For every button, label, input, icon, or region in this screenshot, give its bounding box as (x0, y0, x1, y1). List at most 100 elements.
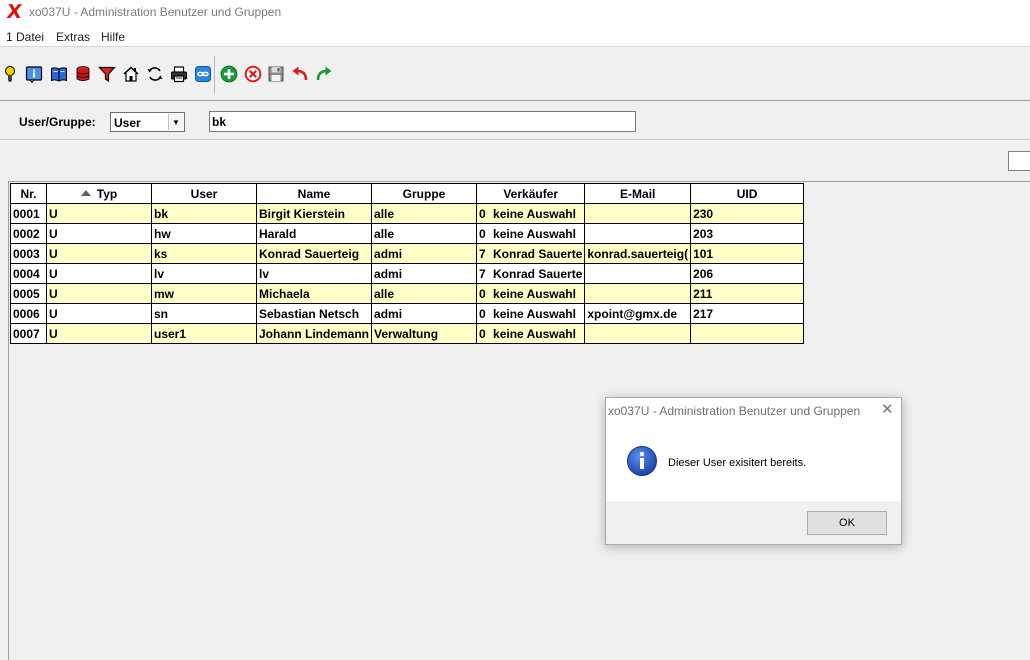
col-header-email[interactable]: E-Mail (584, 183, 692, 204)
cell-typ[interactable]: U (46, 203, 152, 224)
cell-typ[interactable]: U (46, 303, 152, 324)
cell-gruppe[interactable]: admi (371, 303, 478, 324)
col-header-nr[interactable]: Nr. (10, 183, 47, 204)
cell-verkaeufer[interactable]: 0 keine Auswahl (476, 223, 586, 244)
table-row[interactable]: 0001 U bk Birgit Kierstein alle 0 keine A… (10, 203, 805, 224)
filter-icon[interactable] (97, 64, 117, 84)
cell-name[interactable]: Harald (255, 223, 373, 244)
cell-user[interactable]: hw (151, 223, 257, 244)
user-table: Nr. Typ User Name Gruppe Verkäufer E-Mai… (10, 183, 805, 344)
cell-nr[interactable]: 0007 (10, 323, 47, 344)
table-header-row: Nr. Typ User Name Gruppe Verkäufer E-Mai… (10, 183, 805, 204)
cell-name[interactable]: Johann Lindemann (255, 323, 373, 344)
menu-extras[interactable]: Extras (56, 30, 90, 44)
lightbulb-icon[interactable] (0, 64, 20, 84)
cell-uid[interactable] (690, 323, 805, 344)
cell-email[interactable] (584, 283, 692, 304)
cell-name[interactable]: Michaela (255, 283, 373, 304)
cell-typ[interactable]: U (46, 323, 152, 344)
cell-name[interactable]: Birgit Kierstein (255, 203, 373, 224)
col-header-gruppe[interactable]: Gruppe (371, 183, 478, 204)
link-icon[interactable] (193, 64, 213, 84)
redo-icon[interactable] (314, 64, 334, 84)
col-header-name[interactable]: Name (255, 183, 373, 204)
cell-typ[interactable]: U (46, 263, 152, 284)
cell-typ[interactable]: U (46, 243, 152, 264)
cell-gruppe[interactable]: admi (371, 263, 478, 284)
cell-user[interactable]: sn (151, 303, 257, 324)
cell-uid[interactable]: 217 (690, 303, 805, 324)
delete-icon[interactable] (243, 64, 263, 84)
cell-verkaeufer[interactable]: 0 keine Auswahl (476, 323, 586, 344)
undo-icon[interactable] (290, 64, 310, 84)
cell-uid[interactable]: 211 (690, 283, 805, 304)
cell-uid[interactable]: 230 (690, 203, 805, 224)
cell-email[interactable] (584, 223, 692, 244)
cell-verkaeufer[interactable]: 0 keine Auswahl (476, 203, 586, 224)
cell-email[interactable]: konrad.sauerteig( (584, 243, 692, 264)
cell-typ[interactable]: U (46, 283, 152, 304)
cell-verkaeufer[interactable]: 0 keine Auswahl (476, 303, 586, 324)
cell-email[interactable] (584, 203, 692, 224)
chevron-down-icon[interactable]: ▼ (168, 114, 183, 130)
menu-bar: 1 Datei Extras Hilfe (0, 26, 1030, 47)
col-header-uid[interactable]: UID (690, 183, 805, 204)
ok-button[interactable]: OK (807, 511, 887, 535)
cell-uid[interactable]: 203 (690, 223, 805, 244)
cell-gruppe[interactable]: alle (371, 203, 478, 224)
cell-nr[interactable]: 0006 (10, 303, 47, 324)
cell-nr[interactable]: 0001 (10, 203, 47, 224)
info-icon (626, 445, 658, 477)
cell-uid[interactable]: 101 (690, 243, 805, 264)
cell-user[interactable]: bk (151, 203, 257, 224)
cell-verkaeufer[interactable]: 7 Konrad Sauerte (476, 263, 586, 284)
add-icon[interactable] (219, 64, 239, 84)
cell-verkaeufer[interactable]: 7 Konrad Sauerte (476, 243, 586, 264)
menu-hilfe[interactable]: Hilfe (101, 30, 125, 44)
cell-name[interactable]: Konrad Sauerteig (255, 243, 373, 264)
cell-user[interactable]: user1 (151, 323, 257, 344)
cell-nr[interactable]: 0005 (10, 283, 47, 304)
cell-name[interactable]: lv (255, 263, 373, 284)
cell-email[interactable] (584, 263, 692, 284)
home-icon[interactable] (121, 64, 141, 84)
type-select[interactable]: User ▼ (110, 112, 185, 132)
cell-name[interactable]: Sebastian Netsch (255, 303, 373, 324)
cell-gruppe[interactable]: alle (371, 283, 478, 304)
cell-nr[interactable]: 0002 (10, 223, 47, 244)
sort-ascending-icon (80, 189, 91, 196)
cell-gruppe[interactable]: Verwaltung (371, 323, 478, 344)
cell-verkaeufer[interactable]: 0 keine Auswahl (476, 283, 586, 304)
search-input[interactable] (209, 111, 636, 132)
close-icon[interactable]: ✕ (881, 402, 894, 417)
cell-email[interactable]: xpoint@gmx.de (584, 303, 692, 324)
cell-user[interactable]: lv (151, 263, 257, 284)
cell-gruppe[interactable]: alle (371, 223, 478, 244)
refresh-icon[interactable] (145, 64, 165, 84)
table-row[interactable]: 0006 U sn Sebastian Netsch admi 0 keine A… (10, 303, 805, 324)
print-icon[interactable] (169, 64, 189, 84)
table-row[interactable]: 0005 U mw Michaela alle 0 keine Auswahl 2… (10, 283, 805, 304)
table-row[interactable]: 0004 U lv lv admi 7 Konrad Sauerte 206 (10, 263, 805, 284)
cell-typ[interactable]: U (46, 223, 152, 244)
menu-datei[interactable]: 1 Datei (6, 30, 44, 44)
col-header-verkaeufer[interactable]: Verkäufer (476, 183, 586, 204)
col-header-user[interactable]: User (151, 183, 257, 204)
database-icon[interactable] (73, 64, 93, 84)
user-group-label: User/Gruppe: (19, 115, 96, 129)
info-icon[interactable] (24, 64, 44, 84)
cell-gruppe[interactable]: admi (371, 243, 478, 264)
cell-user[interactable]: mw (151, 283, 257, 304)
side-field[interactable] (1008, 151, 1030, 171)
save-icon[interactable] (266, 64, 286, 84)
cell-uid[interactable]: 206 (690, 263, 805, 284)
cell-email[interactable] (584, 323, 692, 344)
book-icon[interactable] (49, 64, 69, 84)
cell-user[interactable]: ks (151, 243, 257, 264)
cell-nr[interactable]: 0003 (10, 243, 47, 264)
table-row[interactable]: 0002 U hw Harald alle 0 keine Auswahl 203 (10, 223, 805, 244)
cell-nr[interactable]: 0004 (10, 263, 47, 284)
col-header-typ[interactable]: Typ (46, 183, 152, 204)
table-row[interactable]: 0003 U ks Konrad Sauerteig admi 7 Konrad … (10, 243, 805, 264)
table-row[interactable]: 0007 U user1 Johann Lindemann Verwaltung… (10, 323, 805, 344)
